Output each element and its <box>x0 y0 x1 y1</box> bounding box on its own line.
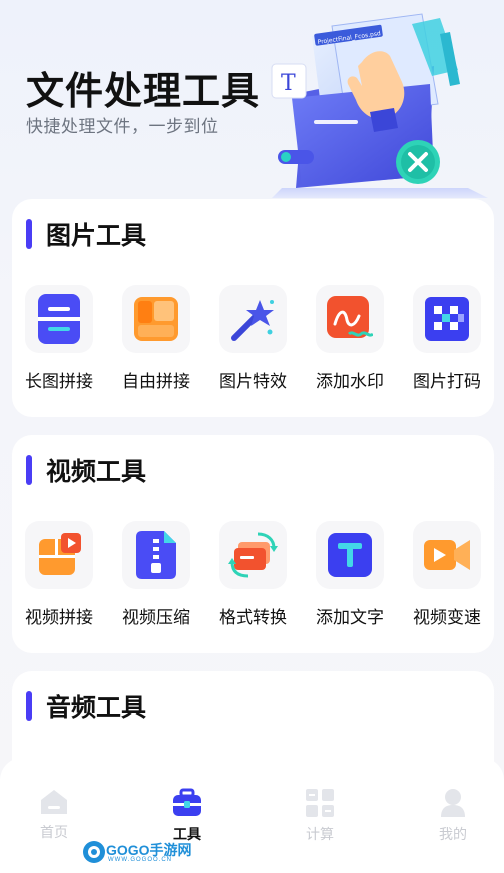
tool-label: 自由拼接 <box>122 372 190 392</box>
tool-add-text[interactable]: 添加文字 <box>310 521 390 631</box>
toolbox-icon <box>173 788 201 816</box>
svg-text:T: T <box>281 71 296 96</box>
section-title: 视频工具 <box>46 457 147 486</box>
section-accent-bar <box>26 219 32 249</box>
nav-item-calc[interactable]: 计算 <box>280 788 360 844</box>
free-stitch-icon <box>122 285 190 353</box>
section-accent-bar <box>26 691 32 721</box>
hero-illustration: ProjectFinal_Fcos.psd T <box>271 13 488 198</box>
tool-long-image-stitch[interactable]: 长图拼接 <box>19 285 99 395</box>
tool-label: 添加水印 <box>316 372 384 392</box>
section-header: 图片工具 <box>26 219 147 250</box>
video-speed-icon <box>413 521 481 589</box>
tool-video-speed[interactable]: 视频变速 <box>407 521 487 631</box>
tool-video-compress[interactable]: 视频压缩 <box>116 521 196 631</box>
tool-label: 视频压缩 <box>122 608 190 628</box>
mosaic-icon <box>413 285 481 353</box>
zip-icon <box>122 521 190 589</box>
section-title: 音频工具 <box>46 693 147 722</box>
section-title: 图片工具 <box>46 221 147 250</box>
page-subtitle: 快捷处理文件，一步到位 <box>26 117 219 137</box>
tool-label: 格式转换 <box>219 608 287 628</box>
tool-label: 图片打码 <box>413 372 481 392</box>
tool-label: 图片特效 <box>219 372 287 392</box>
section-header: 视频工具 <box>26 455 147 486</box>
nav-label: 首页 <box>40 825 68 841</box>
site-watermark: GOGO手游网 WWW.GOGOO.CN <box>82 838 192 868</box>
tool-label: 长图拼接 <box>25 372 93 392</box>
tool-image-mosaic[interactable]: 图片打码 <box>407 285 487 395</box>
long-image-stitch-icon <box>25 285 93 353</box>
tool-free-stitch[interactable]: 自由拼接 <box>116 285 196 395</box>
hero-banner: 文件处理工具 快捷处理文件，一步到位 ProjectFinal_Fcos.psd <box>0 0 504 200</box>
section-header: 音频工具 <box>26 691 147 722</box>
tool-label: 视频变速 <box>413 608 481 628</box>
bottom-nav: 首页 工具 计算 我的 <box>0 758 504 873</box>
watermark-url: WWW.GOGOO.CN <box>108 857 172 863</box>
nav-item-tools[interactable]: 工具 <box>147 788 227 844</box>
nav-item-profile[interactable]: 我的 <box>413 788 493 844</box>
nav-label: 计算 <box>306 827 334 843</box>
text-icon <box>316 521 384 589</box>
tool-image-effects[interactable]: 图片特效 <box>213 285 293 395</box>
watermark-icon <box>316 285 384 353</box>
user-icon <box>441 789 465 817</box>
tool-label: 添加文字 <box>316 608 384 628</box>
page-title: 文件处理工具 <box>26 69 261 113</box>
magic-wand-icon <box>219 285 287 353</box>
home-icon <box>41 790 67 814</box>
format-convert-icon <box>219 521 287 589</box>
section-accent-bar <box>26 455 32 485</box>
video-tools-card: 视频工具 视频拼接 视频压缩 格式转换 添加文字 视频变速 <box>12 435 494 653</box>
tool-label: 视频拼接 <box>25 608 93 628</box>
nav-label: 我的 <box>439 827 467 843</box>
image-tools-card: 图片工具 长图拼接 自由拼接 图片特效 添加水印 图片打码 <box>12 199 494 417</box>
video-stitch-icon <box>25 521 93 589</box>
nav-item-home[interactable]: 首页 <box>14 788 94 842</box>
tool-format-convert[interactable]: 格式转换 <box>213 521 293 631</box>
watermark-logo-icon <box>83 841 105 863</box>
grid-icon <box>306 789 334 817</box>
tool-video-stitch[interactable]: 视频拼接 <box>19 521 99 631</box>
tool-add-watermark[interactable]: 添加水印 <box>310 285 390 395</box>
